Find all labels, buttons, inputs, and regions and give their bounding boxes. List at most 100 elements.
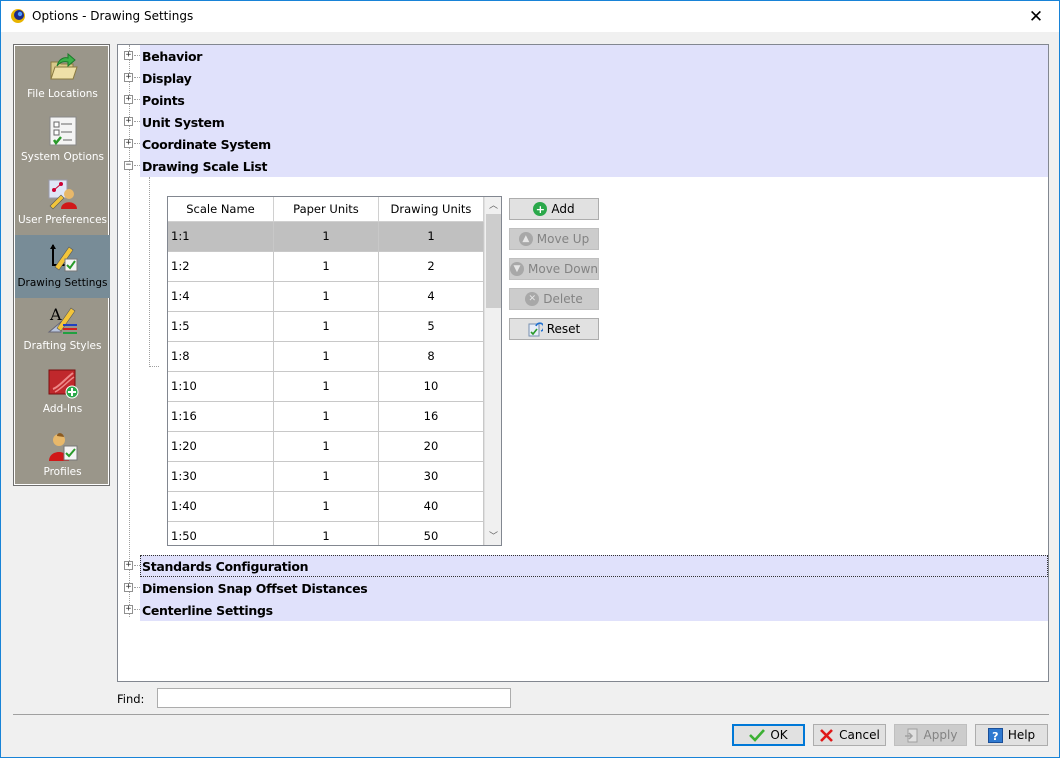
- table-row[interactable]: 1:10 1 10: [168, 372, 484, 402]
- cell-drawing-units[interactable]: 30: [379, 462, 484, 491]
- tree-section-standards-configuration[interactable]: + Standards Configuration: [124, 555, 1048, 577]
- table-row[interactable]: 1:40 1 40: [168, 492, 484, 522]
- table-row[interactable]: 1:16 1 16: [168, 402, 484, 432]
- move-down-button[interactable]: ▼ Move Down: [509, 258, 599, 280]
- table-row[interactable]: 1:2 1 2: [168, 252, 484, 282]
- nav-item-file-locations[interactable]: File Locations: [15, 46, 110, 109]
- cell-scale-name[interactable]: 1:5: [168, 312, 274, 341]
- close-button[interactable]: ✕: [1013, 1, 1059, 32]
- cell-paper-units[interactable]: 1: [274, 522, 379, 545]
- cell-paper-units[interactable]: 1: [274, 402, 379, 431]
- cell-drawing-units[interactable]: 5: [379, 312, 484, 341]
- cell-drawing-units[interactable]: 2: [379, 252, 484, 281]
- button-label: Add: [551, 202, 575, 216]
- cell-scale-name[interactable]: 1:1: [168, 222, 274, 251]
- table-body: 1:1 1 1 1:2 1 2 1:4 1 4 1:5 1 5 1:8 1 8 1:10 1 10 1:16 1 16 1…: [168, 222, 484, 545]
- cell-paper-units[interactable]: 1: [274, 372, 379, 401]
- cell-drawing-units[interactable]: 16: [379, 402, 484, 431]
- cell-scale-name[interactable]: 1:30: [168, 462, 274, 491]
- column-header-scale-name[interactable]: Scale Name: [168, 197, 274, 222]
- cancel-button[interactable]: Cancel: [813, 724, 886, 746]
- scroll-down-icon[interactable]: ﹀: [485, 528, 501, 545]
- cell-scale-name[interactable]: 1:50: [168, 522, 274, 545]
- table-row[interactable]: 1:4 1 4: [168, 282, 484, 312]
- expand-icon[interactable]: +: [124, 605, 133, 614]
- move-up-button[interactable]: ▲ Move Up: [509, 228, 599, 250]
- add-scale-button[interactable]: + Add: [509, 198, 599, 220]
- nav-item-user-preferences[interactable]: User Preferences: [15, 172, 110, 235]
- section-header-bg: [140, 67, 1048, 89]
- cell-paper-units[interactable]: 1: [274, 462, 379, 491]
- table-row[interactable]: 1:8 1 8: [168, 342, 484, 372]
- collapse-icon[interactable]: −: [124, 161, 133, 170]
- tree-section-unit-system[interactable]: + Unit System: [124, 111, 1048, 133]
- cell-drawing-units[interactable]: 20: [379, 432, 484, 461]
- expand-icon[interactable]: +: [124, 73, 133, 82]
- cell-scale-name[interactable]: 1:16: [168, 402, 274, 431]
- expand-icon[interactable]: +: [124, 139, 133, 148]
- cell-scale-name[interactable]: 1:8: [168, 342, 274, 371]
- cell-scale-name[interactable]: 1:10: [168, 372, 274, 401]
- nav-item-system-options[interactable]: System Options: [15, 109, 110, 172]
- axes-pencil-icon: [49, 244, 77, 272]
- scale-list-table[interactable]: Scale Name Paper Units Drawing Units 1:1…: [167, 196, 502, 546]
- tree-section-coordinate-system[interactable]: + Coordinate System: [124, 133, 1048, 155]
- table-row[interactable]: 1:5 1 5: [168, 312, 484, 342]
- tree-section-dimension-snap-offset-distances[interactable]: + Dimension Snap Offset Distances: [124, 577, 1048, 599]
- tree-section-points[interactable]: + Points: [124, 89, 1048, 111]
- cell-drawing-units[interactable]: 8: [379, 342, 484, 371]
- scrollbar-thumb[interactable]: [486, 214, 501, 308]
- expand-icon[interactable]: +: [124, 95, 133, 104]
- table-row[interactable]: 1:50 1 50: [168, 522, 484, 545]
- nav-item-add-ins[interactable]: Add-Ins: [15, 361, 110, 424]
- table-scrollbar[interactable]: ︿ ﹀: [484, 197, 501, 545]
- cell-paper-units[interactable]: 1: [274, 282, 379, 311]
- table-row[interactable]: 1:20 1 20: [168, 432, 484, 462]
- cell-scale-name[interactable]: 1:40: [168, 492, 274, 521]
- tree-section-centerline-settings[interactable]: + Centerline Settings: [124, 599, 1048, 621]
- cell-paper-units[interactable]: 1: [274, 222, 379, 251]
- section-label: Display: [142, 71, 192, 86]
- column-header-paper-units[interactable]: Paper Units: [274, 197, 379, 222]
- expand-icon[interactable]: +: [124, 561, 133, 570]
- find-input[interactable]: [157, 688, 511, 708]
- cell-drawing-units[interactable]: 50: [379, 522, 484, 545]
- options-nav: File Locations System Options User Prefe…: [13, 44, 110, 486]
- cell-drawing-units[interactable]: 40: [379, 492, 484, 521]
- cell-paper-units[interactable]: 1: [274, 492, 379, 521]
- apply-button[interactable]: Apply: [894, 724, 967, 746]
- table-row[interactable]: 1:30 1 30: [168, 462, 484, 492]
- section-label: Unit System: [142, 115, 225, 130]
- addin-plus-icon: [48, 369, 78, 399]
- cell-scale-name[interactable]: 1:20: [168, 432, 274, 461]
- cancel-x-icon: [820, 728, 834, 742]
- cell-paper-units[interactable]: 1: [274, 312, 379, 341]
- ok-button[interactable]: OK: [732, 724, 805, 746]
- tree-section-display[interactable]: + Display: [124, 67, 1048, 89]
- cell-paper-units[interactable]: 1: [274, 432, 379, 461]
- cell-drawing-units[interactable]: 1: [379, 222, 484, 251]
- column-header-drawing-units[interactable]: Drawing Units: [379, 197, 484, 222]
- scroll-up-icon[interactable]: ︿: [485, 197, 501, 214]
- expand-icon[interactable]: +: [124, 583, 133, 592]
- nav-item-profiles[interactable]: Profiles: [15, 424, 110, 487]
- cell-drawing-units[interactable]: 10: [379, 372, 484, 401]
- help-button[interactable]: ? Help: [975, 724, 1048, 746]
- delete-scale-button[interactable]: ✕ Delete: [509, 288, 599, 310]
- reset-scales-button[interactable]: Reset: [509, 318, 599, 340]
- nav-item-drawing-settings[interactable]: Drawing Settings: [15, 235, 110, 298]
- expand-icon[interactable]: +: [124, 51, 133, 60]
- cell-scale-name[interactable]: 1:4: [168, 282, 274, 311]
- tree-section-drawing-scale-list[interactable]: − Drawing Scale List: [124, 155, 1048, 177]
- expand-icon[interactable]: +: [124, 117, 133, 126]
- section-header-bg: [140, 45, 1048, 67]
- table-row[interactable]: 1:1 1 1: [168, 222, 484, 252]
- nav-item-drafting-styles[interactable]: A Drafting Styles: [15, 298, 110, 361]
- help-icon: ?: [987, 727, 1003, 743]
- cell-paper-units[interactable]: 1: [274, 252, 379, 281]
- cell-paper-units[interactable]: 1: [274, 342, 379, 371]
- settings-tree-panel: + Behavior + Display + Points + Unit Sys…: [117, 44, 1049, 682]
- cell-drawing-units[interactable]: 4: [379, 282, 484, 311]
- tree-section-behavior[interactable]: + Behavior: [124, 45, 1048, 67]
- cell-scale-name[interactable]: 1:2: [168, 252, 274, 281]
